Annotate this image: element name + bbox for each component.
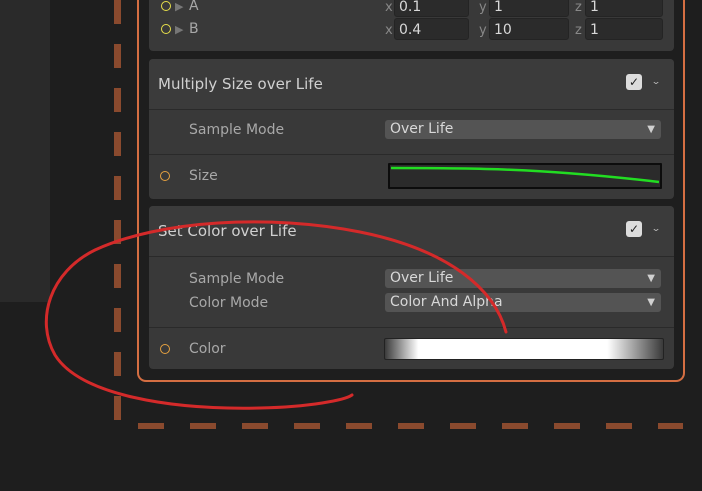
sample-mode-label: Sample Mode (189, 122, 285, 138)
expand-icon[interactable]: ▶ (175, 0, 183, 13)
a-y-field[interactable]: 1 (489, 0, 569, 17)
sample-mode-dropdown[interactable]: Over Life ▼ (385, 269, 661, 288)
enable-checkbox[interactable]: ✓ (626, 74, 642, 90)
sample-mode-value: Over Life (390, 121, 454, 137)
axis-x-label: x (385, 0, 393, 15)
enable-checkbox[interactable]: ✓ (626, 221, 642, 237)
sample-mode-label: Sample Mode (189, 271, 285, 287)
color-label: Color (189, 341, 226, 357)
color-mode-label: Color Mode (189, 295, 269, 311)
left-panel (0, 0, 50, 302)
multiply-size-block: Multiply Size over Life ✓ ⌄ Sample Mode … (149, 59, 674, 199)
size-port[interactable] (160, 171, 170, 181)
block-header[interactable]: Set Color over Life ✓ ⌄ (149, 206, 674, 257)
size-curve-field[interactable] (388, 163, 662, 189)
axis-y-label: y (479, 23, 487, 38)
a-z-field[interactable]: 1 (585, 0, 663, 17)
a-x-field[interactable]: 0.1 (394, 0, 469, 17)
color-mode-dropdown[interactable]: Color And Alpha ▼ (385, 293, 661, 312)
param-label-b: B (189, 21, 199, 37)
b-y-field[interactable]: 10 (489, 18, 569, 40)
axis-x-label: x (385, 23, 393, 38)
block-title: Set Color over Life (158, 222, 297, 240)
param-row-b: ▶ B x 0.4 y 10 z 1 (149, 18, 674, 40)
axis-z-label: z (575, 23, 582, 38)
sample-mode-row: Sample Mode Over Life ▼ (149, 120, 674, 142)
axis-y-label: y (479, 0, 487, 15)
color-port[interactable] (160, 344, 170, 354)
size-curve (390, 166, 660, 184)
color-mode-row: Color Mode Color And Alpha ▼ (149, 293, 674, 315)
param-label-a: A (189, 0, 199, 14)
dropdown-arrow-icon: ▼ (647, 297, 655, 308)
dropdown-arrow-icon: ▼ (647, 124, 655, 135)
port-b[interactable] (161, 24, 171, 34)
dropdown-arrow-icon: ▼ (647, 273, 655, 284)
vector-params-block: ▶ A x 0.1 y 1 z 1 ▶ B x 0.4 y 10 z 1 (149, 0, 674, 51)
block-title: Multiply Size over Life (158, 75, 323, 93)
color-mode-value: Color And Alpha (390, 294, 503, 310)
b-z-field[interactable]: 1 (585, 18, 663, 40)
sample-mode-row: Sample Mode Over Life ▼ (149, 269, 674, 291)
sample-mode-value: Over Life (390, 270, 454, 286)
param-row-a: ▶ A x 0.1 y 1 z 1 (149, 0, 674, 17)
settings-section: Sample Mode Over Life ▼ (149, 110, 674, 155)
selection-outline-vertical (114, 0, 121, 420)
axis-z-label: z (575, 0, 582, 15)
size-label: Size (189, 168, 218, 184)
sample-mode-dropdown[interactable]: Over Life ▼ (385, 120, 661, 139)
settings-section: Sample Mode Over Life ▼ Color Mode Color… (149, 257, 674, 328)
chevron-down-icon[interactable]: ⌄ (649, 222, 663, 233)
size-section: Size (149, 155, 674, 199)
color-gradient-field[interactable] (384, 338, 664, 360)
chevron-down-icon[interactable]: ⌄ (649, 75, 663, 86)
selection-outline-horizontal (138, 423, 683, 429)
block-header[interactable]: Multiply Size over Life ✓ ⌄ (149, 59, 674, 110)
color-section: Color (149, 328, 674, 369)
expand-icon[interactable]: ▶ (175, 23, 183, 36)
port-a[interactable] (161, 1, 171, 11)
set-color-block: Set Color over Life ✓ ⌄ Sample Mode Over… (149, 206, 674, 369)
b-x-field[interactable]: 0.4 (394, 18, 469, 40)
